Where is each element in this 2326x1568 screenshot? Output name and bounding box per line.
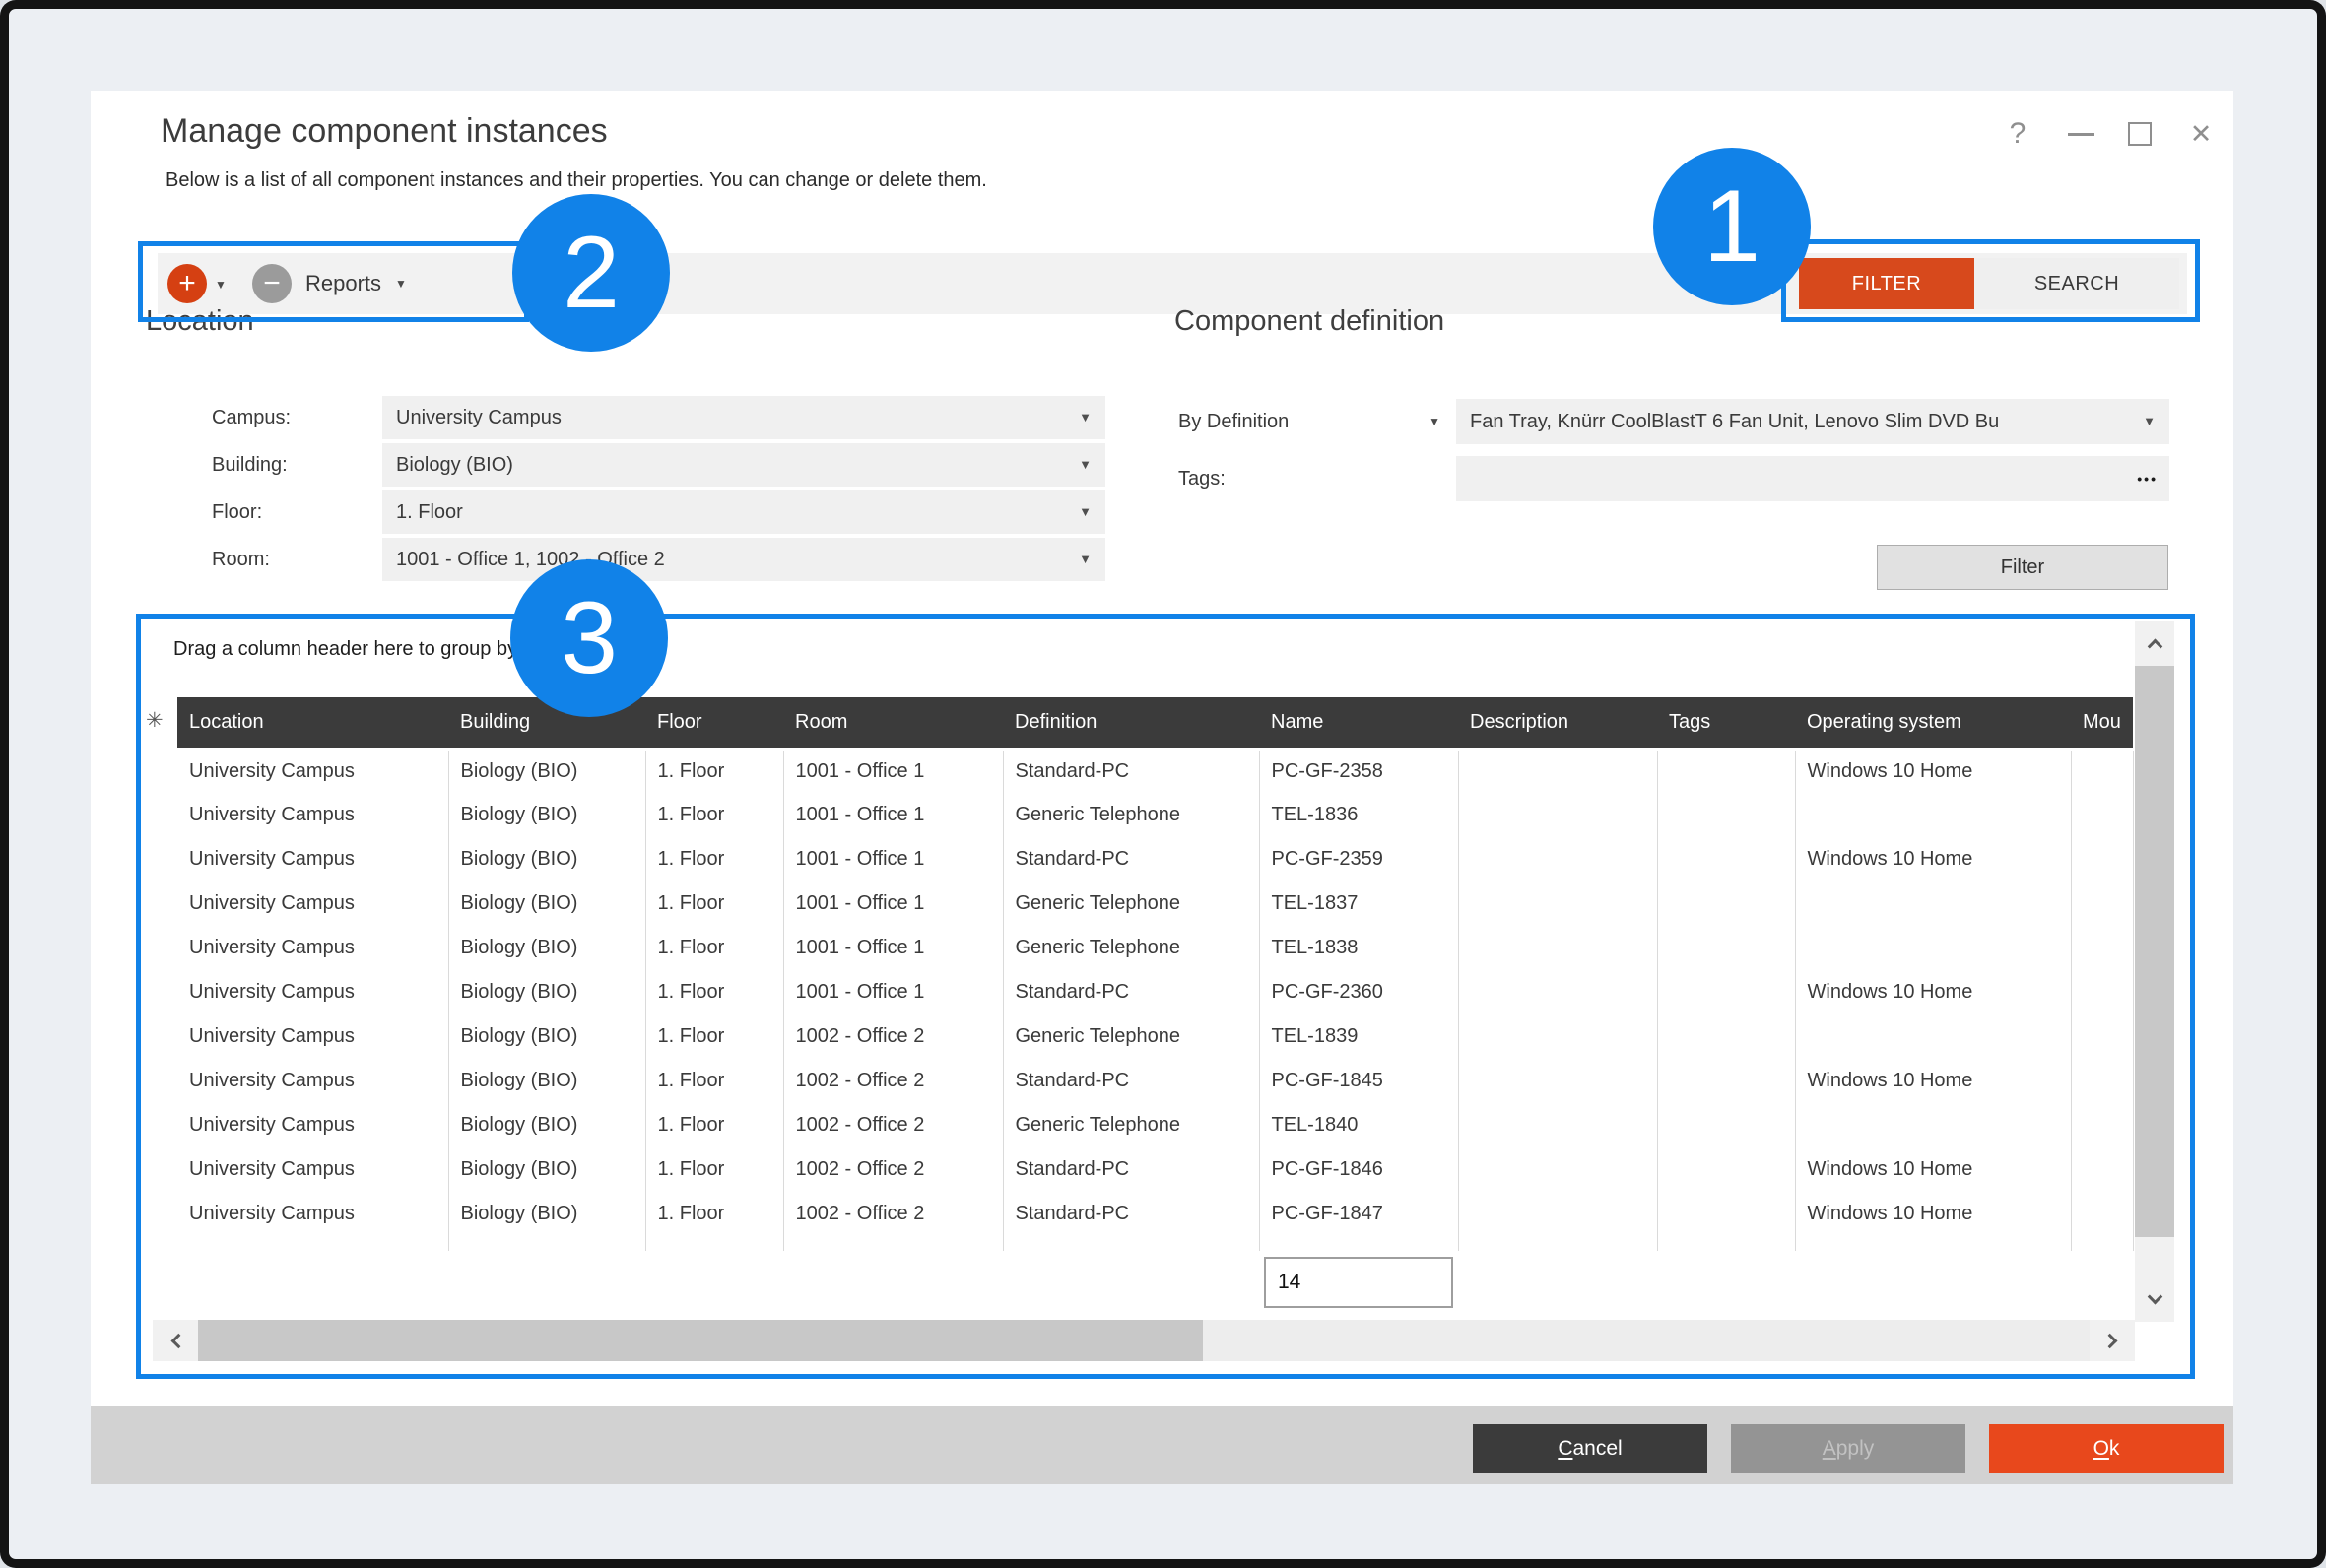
screenshot-frame: Manage component instances Below is a li… [0, 0, 2326, 1568]
apply-button[interactable]: Apply [1731, 1424, 1965, 1473]
chevron-down-icon: ▼ [2143, 399, 2156, 444]
floor-label: Floor: [212, 501, 262, 524]
page-title: Manage component instances [161, 112, 608, 151]
chevron-down-icon: ▼ [1079, 538, 1092, 581]
by-definition-label: By Definition [1178, 411, 1289, 433]
callout-badge-1: 1 [1653, 148, 1811, 305]
room-label: Room: [212, 549, 270, 571]
definition-value-dropdown[interactable]: Fan Tray, Knürr CoolBlastT 6 Fan Unit, L… [1456, 399, 2169, 444]
cancel-button[interactable]: Cancel [1473, 1424, 1707, 1473]
apply-label: Apply [1823, 1437, 1875, 1461]
building-dropdown[interactable]: Biology (BIO) ▼ [382, 443, 1105, 487]
ellipsis-icon[interactable]: ••• [2137, 456, 2158, 501]
close-button[interactable]: ✕ [2181, 114, 2221, 154]
chevron-down-icon: ▼ [1079, 396, 1092, 439]
filter-button-label: Filter [2001, 556, 2044, 579]
floor-dropdown[interactable]: 1. Floor ▼ [382, 490, 1105, 534]
definition-value: Fan Tray, Knürr CoolBlastT 6 Fan Unit, L… [1470, 411, 1999, 432]
chevron-down-icon: ▼ [1079, 443, 1092, 487]
campus-label: Campus: [212, 407, 291, 429]
page-subtitle: Below is a list of all component instanc… [166, 169, 987, 192]
minimize-button[interactable] [2061, 114, 2100, 154]
ok-label: Ok [2093, 1437, 2120, 1461]
help-button[interactable]: ? [1998, 114, 2037, 154]
minimize-icon [2068, 133, 2094, 136]
tags-label: Tags: [1178, 468, 1226, 490]
callout-badge-2: 2 [512, 194, 670, 352]
callout-box-2 [138, 241, 529, 322]
ok-button[interactable]: Ok [1989, 1424, 2224, 1473]
close-icon: ✕ [2190, 119, 2213, 150]
callout-box-3 [136, 614, 2195, 1379]
tags-field[interactable]: ••• [1456, 456, 2169, 501]
filter-button[interactable]: Filter [1877, 545, 2168, 590]
floor-value: 1. Floor [396, 501, 463, 523]
building-value: Biology (BIO) [396, 454, 513, 476]
component-definition-heading: Component definition [1174, 305, 1444, 338]
by-definition-dropdown[interactable]: By Definition ▼ [1178, 399, 1440, 444]
chevron-down-icon: ▼ [1079, 490, 1092, 534]
maximize-icon [2128, 122, 2152, 146]
maximize-button[interactable] [2120, 114, 2160, 154]
dialog-footer: Cancel Apply Ok [91, 1406, 2233, 1484]
cancel-label: Cancel [1558, 1437, 1622, 1461]
room-dropdown[interactable]: 1001 - Office 1, 1002 - Office 2 ▼ [382, 538, 1105, 581]
campus-value: University Campus [396, 407, 562, 428]
building-label: Building: [212, 454, 288, 477]
campus-dropdown[interactable]: University Campus ▼ [382, 396, 1105, 439]
chevron-down-icon: ▼ [1429, 415, 1440, 428]
help-icon: ? [2010, 117, 2027, 151]
callout-box-1 [1781, 239, 2200, 322]
callout-badge-3: 3 [510, 559, 668, 717]
